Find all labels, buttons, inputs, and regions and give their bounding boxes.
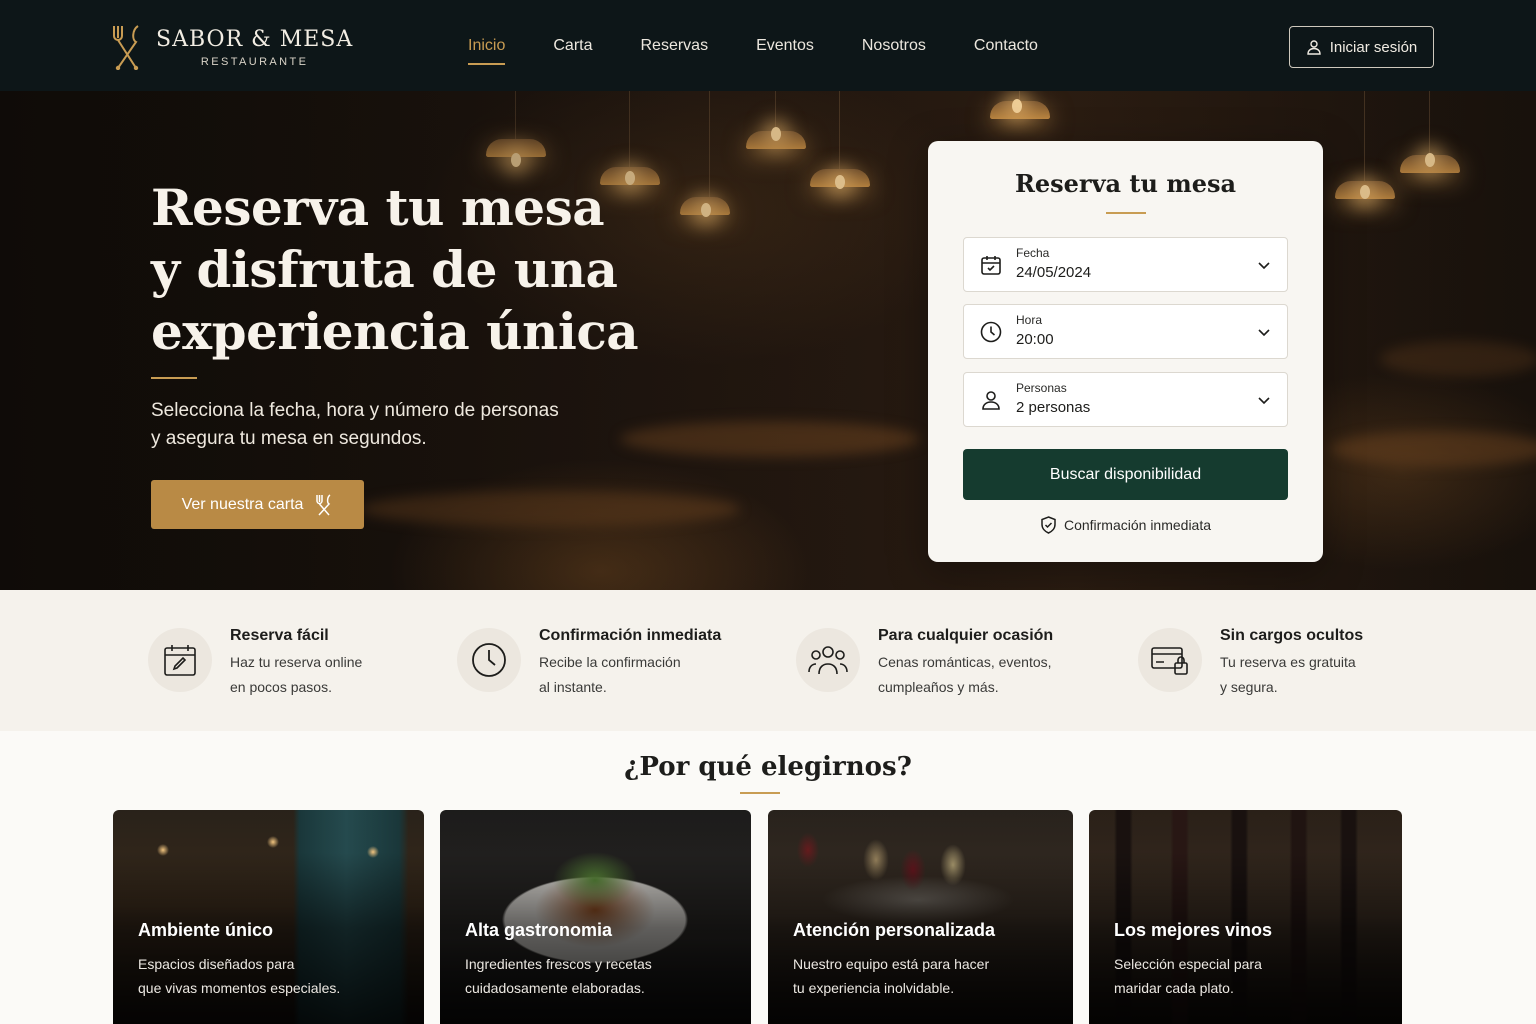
nav-item-contacto[interactable]: Contacto: [974, 37, 1038, 65]
brand-tagline: RESTAURANTE: [200, 56, 309, 68]
feature-title: Para cualquier ocasión: [878, 627, 1054, 644]
feature-title: Reserva fácil: [230, 627, 329, 644]
card-desc: Selección especial para maridar cada plat…: [1114, 956, 1262, 996]
group-icon: [796, 628, 860, 692]
main-menu: Inicio Carta Reservas Eventos Nosotros C…: [468, 37, 1086, 65]
fork-knife-logo-icon: [113, 25, 139, 70]
view-menu-button[interactable]: Ver nuestra carta: [151, 480, 364, 529]
clock-icon: [980, 321, 1002, 342]
nav-item-carta[interactable]: Carta: [553, 37, 592, 65]
brand-logo[interactable]: SABOR & MESA RESTAURANTE: [110, 24, 353, 70]
chevron-down-icon: [1258, 261, 1270, 269]
hero-title: Reserva tu mesa y disfruta de una experi…: [151, 178, 639, 361]
card-desc: Nuestro equipo está para hacer tu experie…: [793, 956, 990, 996]
date-field[interactable]: Fecha 24/05/2024: [963, 237, 1288, 292]
feature-no-hidden-fees: Sin cargos ocultos Tu reserva es gratuit…: [1138, 626, 1363, 700]
feature-desc: Haz tu reserva online en pocos pasos.: [230, 654, 363, 695]
view-menu-label: Ver nuestra carta: [181, 495, 304, 513]
time-field[interactable]: Hora 20:00: [963, 304, 1288, 359]
chevron-down-icon: [1258, 328, 1270, 336]
date-value: 24/05/2024: [1016, 264, 1092, 281]
card-unique-ambience[interactable]: Ambiente único Espacios diseñados para qu…: [113, 810, 424, 1024]
card-personal-attention[interactable]: Atención personalizada Nuestro equipo es…: [768, 810, 1073, 1024]
search-availability-button[interactable]: Buscar disponibilidad: [963, 449, 1288, 500]
user-icon: [982, 390, 1000, 410]
clock-icon: [457, 628, 521, 692]
fork-knife-icon: [316, 493, 331, 516]
nav-item-reservas[interactable]: Reservas: [640, 37, 708, 65]
hero-divider: [151, 377, 197, 379]
time-label: Hora: [1016, 313, 1043, 327]
card-desc: Ingredientes frescos y recetas cuidadosam…: [465, 956, 652, 996]
card-haute-cuisine[interactable]: Alta gastronomia Ingredientes frescos y …: [440, 810, 751, 1024]
login-label: Iniciar sesión: [1329, 38, 1418, 56]
card-best-wines[interactable]: Los mejores vinos Selección especial par…: [1089, 810, 1402, 1024]
card-title: Atención personalizada: [793, 920, 996, 940]
feature-desc: Recibe la confirmación al instante.: [539, 654, 681, 695]
feature-easy-booking: Reserva fácil Haz tu reserva online en po…: [148, 626, 362, 700]
feature-instant-confirmation: Confirmación inmediata Recibe la confirm…: [457, 626, 721, 700]
top-navbar: SABOR & MESA RESTAURANTE Inicio Carta Re…: [0, 0, 1536, 91]
booking-divider: [1106, 212, 1146, 214]
card-title: Ambiente único: [138, 920, 274, 940]
user-icon: [1307, 40, 1321, 55]
nav-item-nosotros[interactable]: Nosotros: [862, 37, 926, 65]
secure-card-icon: [1138, 628, 1202, 692]
date-label: Fecha: [1016, 246, 1050, 260]
card-title: Alta gastronomia: [465, 920, 613, 940]
shield-check-icon: [1041, 516, 1056, 534]
guests-field[interactable]: Personas 2 personas: [963, 372, 1288, 427]
instant-confirmation-note: Confirmación inmediata: [928, 516, 1323, 534]
feature-title: Sin cargos ocultos: [1220, 627, 1364, 644]
login-button[interactable]: Iniciar sesión: [1289, 26, 1434, 68]
card-desc: Espacios diseñados para que vivas momento…: [138, 956, 341, 996]
nav-item-inicio[interactable]: Inicio: [468, 37, 506, 65]
booking-card: Reserva tu mesa Fecha 24/05/2024 Hora 20…: [928, 141, 1323, 562]
chevron-down-icon: [1258, 396, 1270, 404]
why-us-divider: [740, 792, 780, 794]
calendar-edit-icon: [148, 628, 212, 692]
time-value: 20:00: [1016, 331, 1054, 348]
feature-desc: Tu reserva es gratuita y segura.: [1220, 654, 1356, 695]
card-title: Los mejores vinos: [1114, 920, 1273, 940]
feature-title: Confirmación inmediata: [539, 627, 722, 644]
feature-any-occasion: Para cualquier ocasión Cenas románticas,…: [796, 626, 1053, 700]
calendar-icon: [981, 255, 1001, 275]
features-strip: Reserva fácil Haz tu reserva online en po…: [0, 590, 1536, 731]
brand-name: SABOR & MESA: [156, 27, 354, 52]
why-us-title: ¿Por qué elegirnos?: [624, 752, 912, 782]
guests-value: 2 personas: [1016, 399, 1091, 416]
feature-desc: Cenas románticas, eventos, cumpleaños y m…: [878, 654, 1052, 695]
booking-title: Reserva tu mesa: [1014, 169, 1237, 198]
nav-item-eventos[interactable]: Eventos: [756, 37, 814, 65]
guests-label: Personas: [1016, 381, 1067, 395]
hero-subtitle: Selecciona la fecha, hora y número de pe…: [151, 400, 559, 449]
